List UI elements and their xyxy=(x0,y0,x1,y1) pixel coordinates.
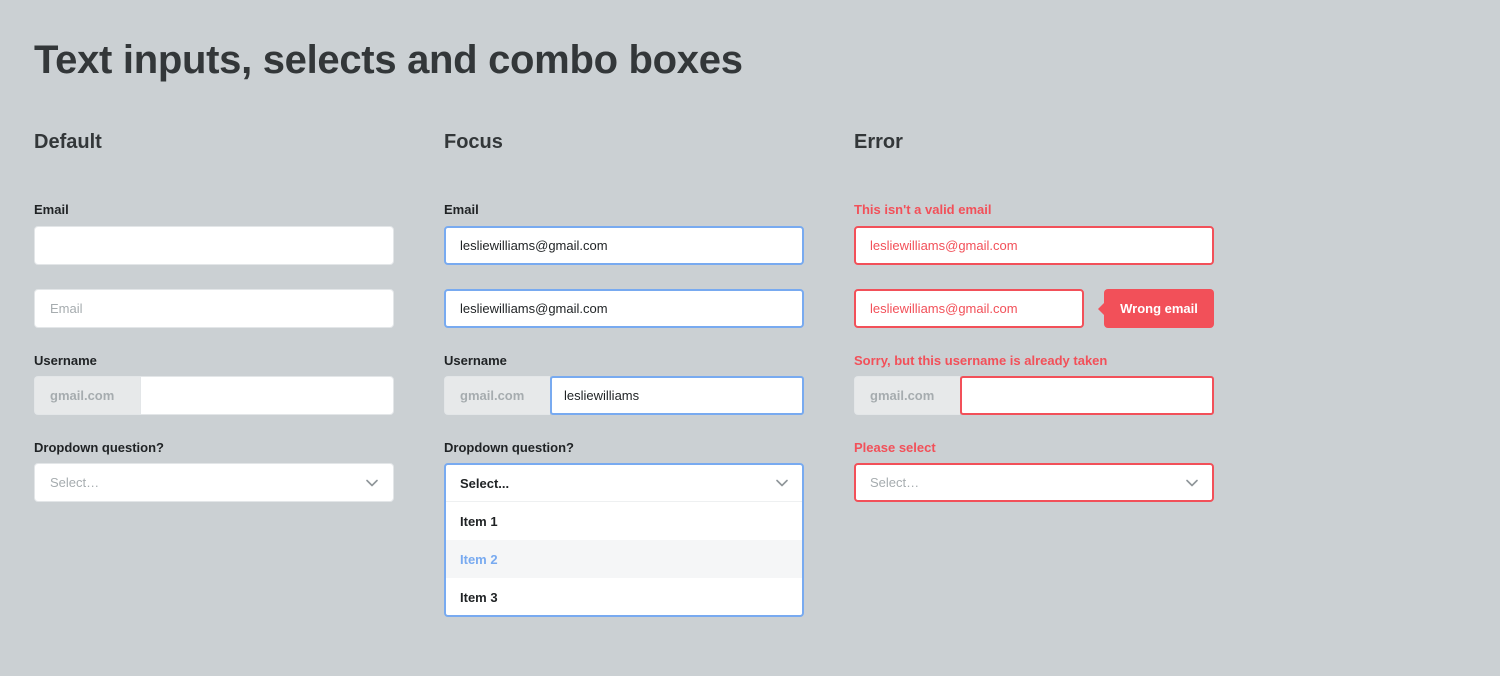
username-field: gmail.com xyxy=(854,376,1214,415)
username-field: gmail.com xyxy=(34,376,394,415)
username-domain-prefix: gmail.com xyxy=(34,376,140,415)
dropdown-selected: Select... xyxy=(460,475,510,491)
dropdown-error-message: Please select xyxy=(854,440,936,455)
dropdown-label: Dropdown question? xyxy=(444,440,574,455)
email-placeholder: Email xyxy=(50,301,83,316)
username-input[interactable] xyxy=(140,376,394,415)
email-input-focused-2[interactable]: lesliewilliams@gmail.com xyxy=(444,289,804,328)
username-input-error[interactable] xyxy=(960,376,1214,415)
dropdown-placeholder: Select… xyxy=(870,475,920,490)
email-input[interactable] xyxy=(34,226,394,265)
email-label: Email xyxy=(34,202,69,217)
focus-heading: Focus xyxy=(444,131,503,153)
dropdown-placeholder: Select… xyxy=(50,475,100,490)
dropdown-select-error[interactable]: Select… xyxy=(854,463,1214,502)
dropdown-option[interactable]: Item 3 xyxy=(446,578,802,615)
dropdown-open: Select... Item 1 Item 2 Item 3 xyxy=(444,463,804,617)
username-input-focused[interactable]: lesliewilliams xyxy=(550,376,804,415)
error-heading: Error xyxy=(854,131,903,153)
dropdown-select-open[interactable]: Select... xyxy=(446,465,802,502)
error-tooltip: Wrong email xyxy=(1098,289,1214,328)
error-column: Error This isn't a valid email lesliewil… xyxy=(854,0,1214,676)
default-heading: Default xyxy=(34,131,102,153)
default-column: Default Email Email Username gmail.com D… xyxy=(34,0,394,676)
email-input-focused[interactable]: lesliewilliams@gmail.com xyxy=(444,226,804,265)
chevron-down-icon xyxy=(366,479,378,486)
dropdown-option[interactable]: Item 1 xyxy=(446,502,802,540)
dropdown-label: Dropdown question? xyxy=(34,440,164,455)
dropdown-select[interactable]: Select… xyxy=(34,463,394,502)
email-input-placeholder[interactable]: Email xyxy=(34,289,394,328)
chevron-down-icon xyxy=(1186,479,1198,486)
email-error-message: This isn't a valid email xyxy=(854,202,992,217)
email-input-error[interactable]: lesliewilliams@gmail.com xyxy=(854,226,1214,265)
username-domain-prefix: gmail.com xyxy=(444,376,550,415)
chevron-down-icon xyxy=(776,479,788,487)
focus-column: Focus Email lesliewilliams@gmail.com les… xyxy=(444,0,804,676)
username-label: Username xyxy=(34,353,97,368)
email-label: Email xyxy=(444,202,479,217)
username-error-message: Sorry, but this username is already take… xyxy=(854,353,1108,368)
email-input-error-2[interactable]: lesliewilliams@gmail.com xyxy=(854,289,1084,328)
username-field: gmail.com lesliewilliams xyxy=(444,376,804,415)
username-domain-prefix: gmail.com xyxy=(854,376,960,415)
dropdown-option-hovered[interactable]: Item 2 xyxy=(446,540,802,578)
username-label: Username xyxy=(444,353,507,368)
